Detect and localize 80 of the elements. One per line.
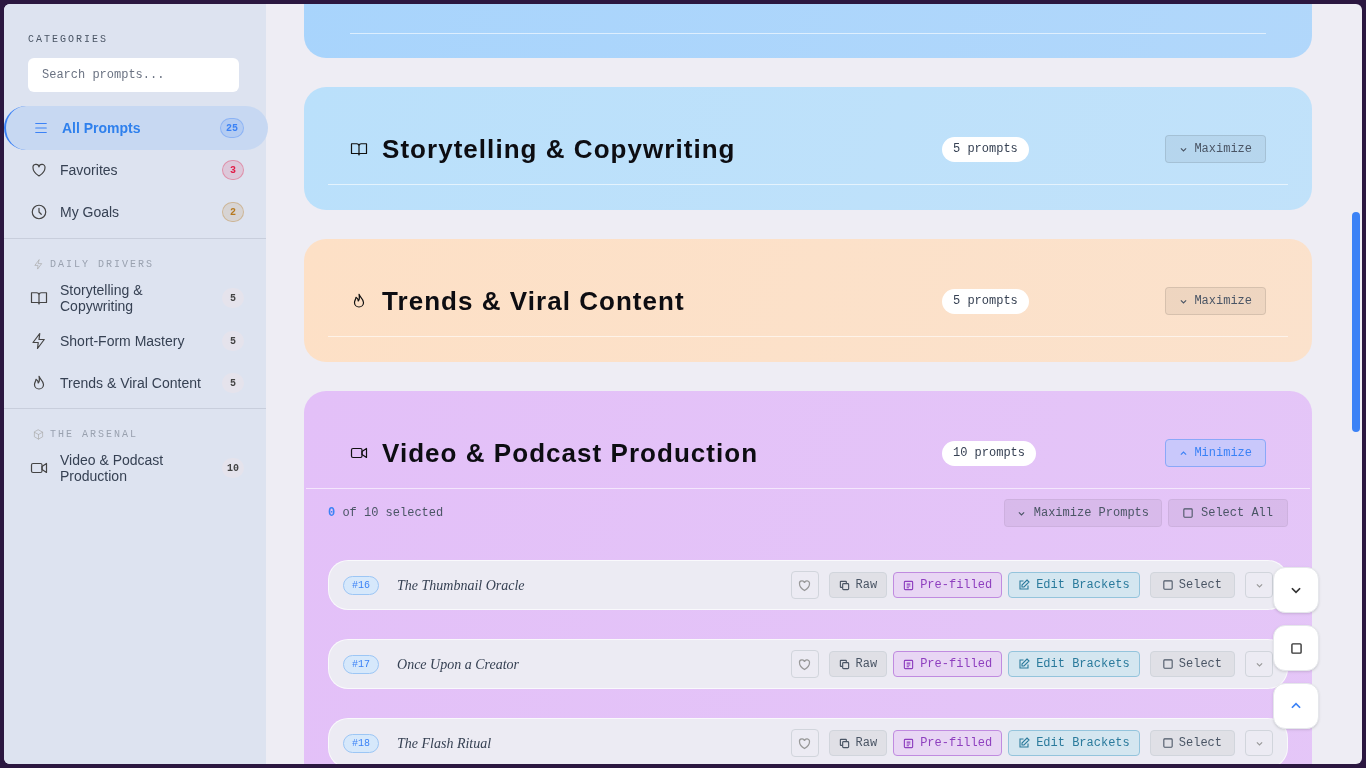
raw-button[interactable]: Raw — [828, 730, 888, 756]
expand-button[interactable] — [1245, 730, 1273, 756]
prompt-count-badge: 5 prompts — [942, 136, 1029, 162]
sidebar-item[interactable]: My Goals 2 — [4, 190, 268, 234]
heart-icon — [30, 161, 48, 179]
section-heading: DAILY DRIVERS — [50, 258, 154, 272]
sidebar-heading: CATEGORIES — [28, 33, 109, 47]
scroll-down-button[interactable] — [1273, 567, 1319, 613]
toggle-button[interactable]: Maximize — [1165, 135, 1266, 163]
favorite-button[interactable] — [790, 571, 819, 599]
edit-brackets-button[interactable]: Edit Brackets — [1008, 651, 1140, 677]
lightning-icon — [33, 259, 44, 270]
copy-icon — [838, 579, 850, 591]
count-badge: 25 — [220, 118, 244, 138]
prompt-title: Once Upon a Creator — [397, 655, 520, 674]
count-badge: 5 — [222, 331, 244, 351]
sidebar-item[interactable]: Video & Podcast Production 10 — [4, 446, 268, 490]
clock-icon — [30, 203, 48, 221]
favorite-button[interactable] — [790, 729, 819, 757]
raw-button[interactable]: Raw — [828, 572, 888, 598]
prompt-number: #16 — [343, 575, 379, 595]
prompt-number: #17 — [343, 654, 379, 674]
favorite-button[interactable] — [790, 650, 819, 678]
count-badge: 3 — [222, 160, 244, 180]
checkbox-icon — [1162, 580, 1173, 590]
chevron-up-icon — [1179, 448, 1189, 458]
section-heading: THE ARSENAL — [50, 428, 138, 442]
book-icon — [350, 140, 368, 158]
edit-brackets-button[interactable]: Edit Brackets — [1008, 572, 1140, 598]
edit-icon — [1018, 737, 1031, 749]
square-icon — [1290, 642, 1302, 654]
sidebar-item[interactable]: Short-Form Mastery 5 — [4, 320, 268, 362]
search-field[interactable]: Search prompts... — [28, 58, 239, 92]
prompt-count-badge: 10 prompts — [942, 440, 1036, 466]
prefilled-button[interactable]: Pre-filled — [893, 730, 1003, 756]
prompt-title: The Thumbnail Oracle — [397, 576, 526, 595]
cube-icon — [33, 429, 44, 440]
heart-icon — [797, 735, 813, 751]
lightning-icon — [30, 332, 48, 350]
select-button[interactable]: Select — [1149, 651, 1235, 677]
selection-count: 0 of 10 selected — [328, 505, 444, 522]
select-button[interactable]: Select — [1149, 730, 1235, 756]
category-title: Storytelling & Copywriting — [382, 132, 737, 166]
stop-button[interactable] — [1273, 625, 1319, 671]
checkbox-icon — [1162, 738, 1173, 748]
edit-icon — [1018, 579, 1031, 591]
prompt-number: #18 — [343, 733, 379, 753]
count-badge: 10 — [222, 458, 244, 478]
edit-icon — [1018, 658, 1031, 670]
select-all-button[interactable]: Select All — [1168, 499, 1288, 527]
count-badge: 5 — [222, 288, 244, 308]
document-icon — [903, 658, 915, 670]
document-icon — [903, 579, 915, 591]
copy-icon — [838, 658, 850, 670]
heart-icon — [797, 656, 813, 672]
checkbox-icon — [1162, 659, 1173, 669]
category-title: Trends & Viral Content — [382, 284, 686, 318]
scroll-up-button[interactable] — [1273, 683, 1319, 729]
prefilled-button[interactable]: Pre-filled — [893, 651, 1003, 677]
sidebar-item[interactable]: Storytelling & Copywriting 5 — [4, 276, 268, 320]
raw-button[interactable]: Raw — [828, 651, 888, 677]
book-icon — [30, 289, 48, 307]
edit-brackets-button[interactable]: Edit Brackets — [1008, 730, 1140, 756]
count-badge: 2 — [222, 202, 244, 222]
scrollbar[interactable] — [1352, 212, 1360, 432]
sidebar-item[interactable]: Favorites 3 — [4, 148, 268, 192]
heart-icon — [797, 577, 813, 593]
count-badge: 5 — [222, 373, 244, 393]
prompt-count-badge: 5 prompts — [942, 288, 1029, 314]
toggle-button[interactable]: Maximize — [1165, 287, 1266, 315]
checkbox-icon — [1183, 508, 1193, 518]
prefilled-button[interactable]: Pre-filled — [893, 572, 1003, 598]
copy-icon — [838, 737, 850, 749]
expand-button[interactable] — [1245, 651, 1273, 677]
sidebar-item[interactable]: Trends & Viral Content 5 — [4, 362, 268, 404]
document-icon — [903, 737, 915, 749]
prompt-title: The Flash Ritual — [397, 734, 493, 753]
category-title: Video & Podcast Production — [382, 436, 760, 470]
maximize-prompts-button[interactable]: Maximize Prompts — [1003, 499, 1162, 527]
select-button[interactable]: Select — [1149, 572, 1235, 598]
